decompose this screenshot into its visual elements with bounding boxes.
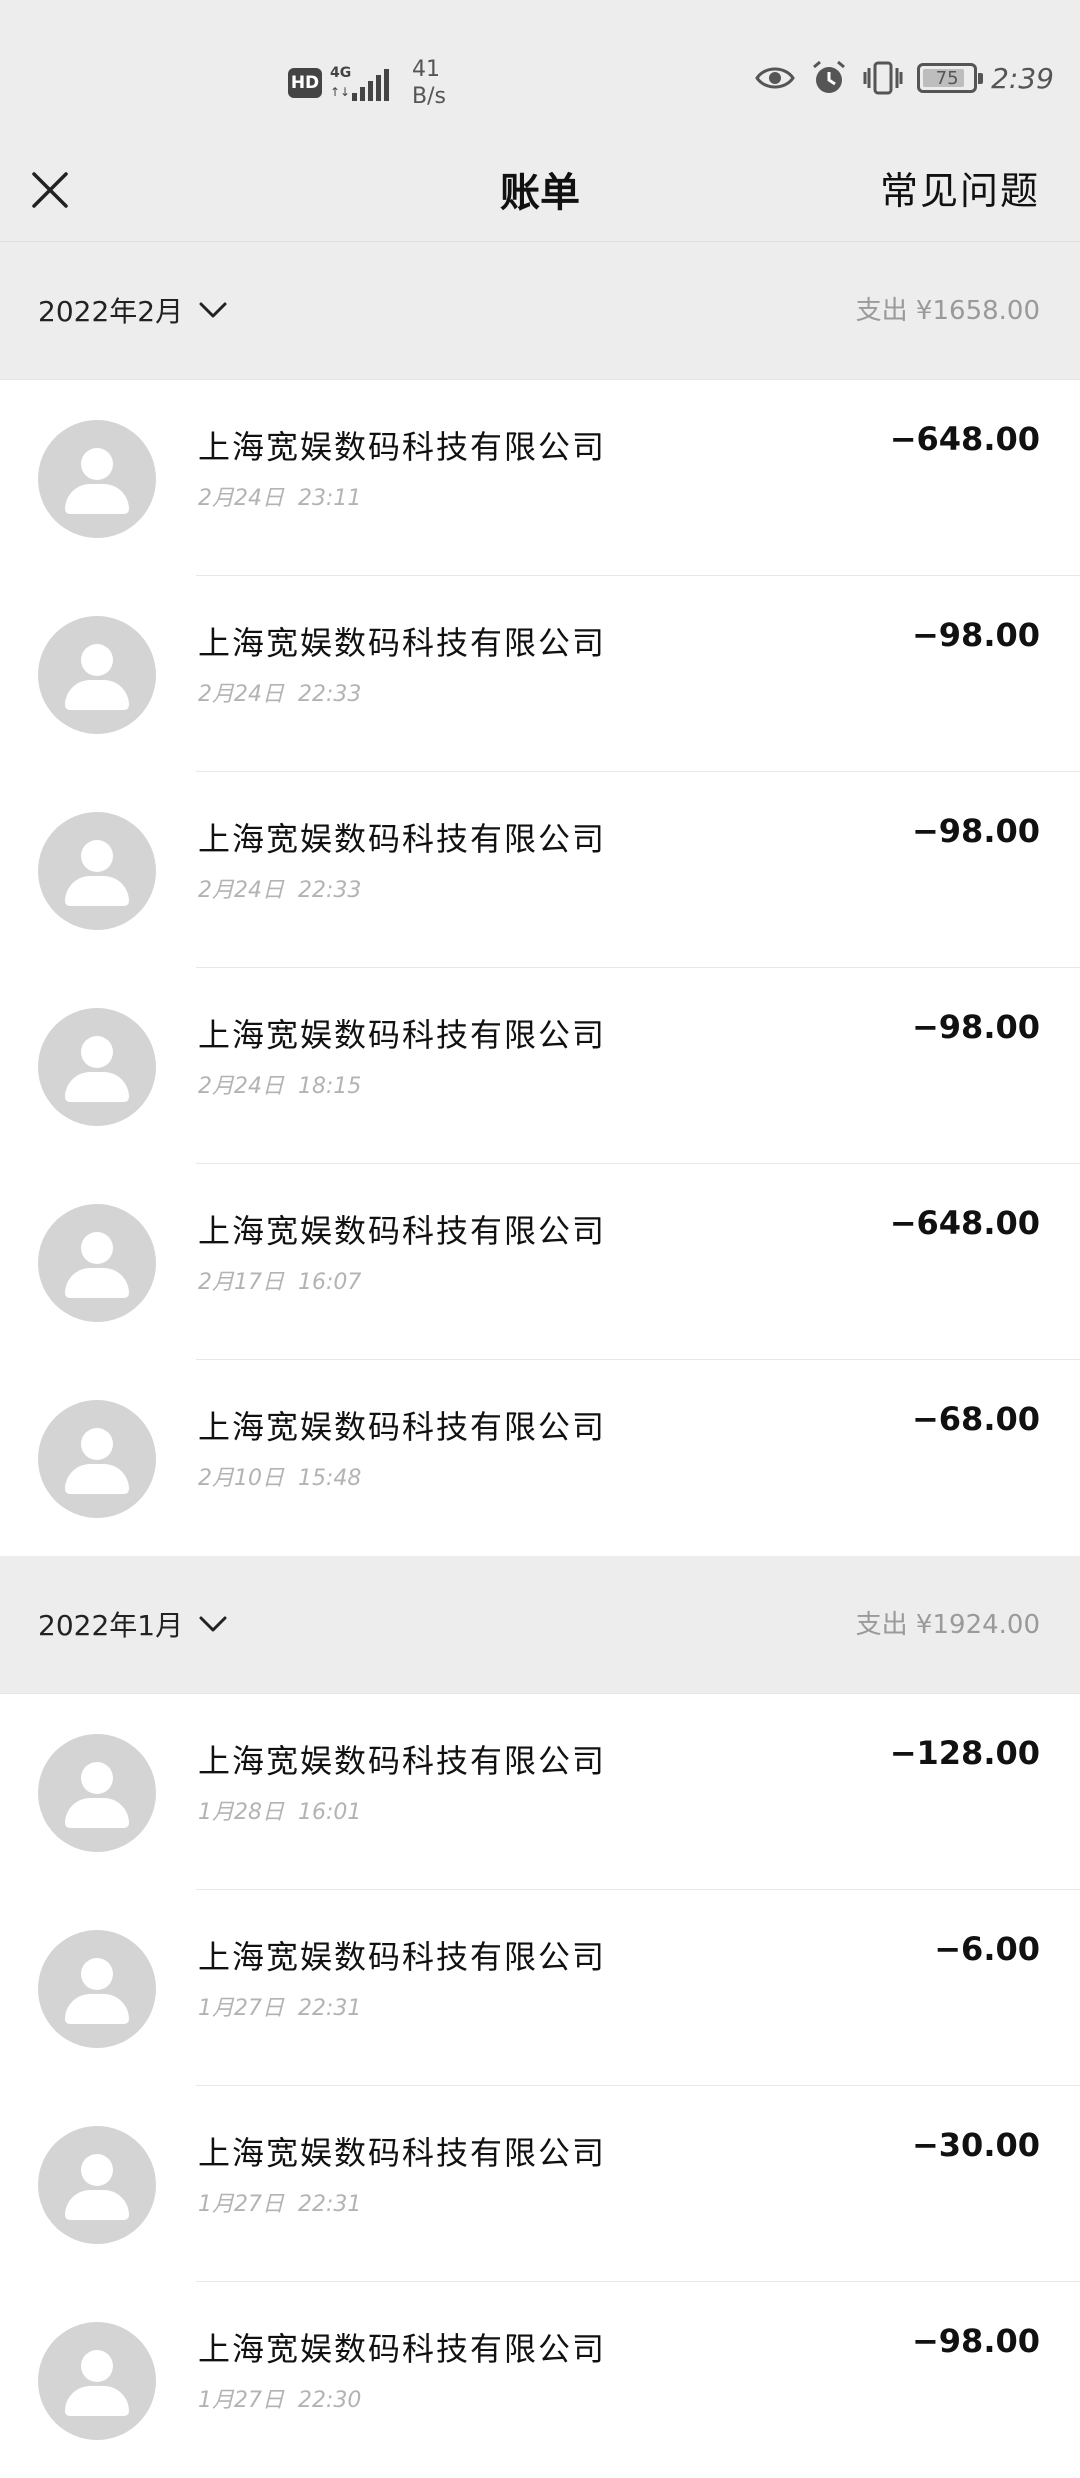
net-speed-value: 41 [412,57,440,82]
chevron-down-icon [199,302,227,318]
net-speed: 41 B/s [412,56,446,110]
status-right: 75 2:39 [755,58,1054,98]
month-total: 支出 ¥1658.00 [855,296,1040,326]
merchant-name: 上海宽娱数码科技有限公司 [198,624,607,662]
status-bar: HD 4G ↑↓ 41 B/s 75 2:39 [0,0,1080,140]
merchant-name: 上海宽娱数码科技有限公司 [198,428,607,466]
transaction-time: 2月10日 15:48 [198,1466,362,1491]
transaction-time: 1月27日 22:31 [198,1996,362,2021]
net-speed-unit: B/s [412,84,446,109]
transaction-row[interactable]: 上海宽娱数码科技有限公司 1月27日 22:31 −6.00 [0,1890,1080,2086]
month-selector[interactable]: 2022年2月 [38,290,227,330]
avatar [38,420,156,538]
signal-icon: 4G ↑↓ [330,63,392,103]
transaction-amount: −648.00 [889,1204,1040,1242]
month-header-jan: 2022年1月 支出 ¥1924.00 [0,1556,1080,1694]
avatar [38,1930,156,2048]
transaction-amount: −648.00 [889,420,1040,458]
transaction-amount: −6.00 [934,1930,1040,1968]
transaction-row[interactable]: 上海宽娱数码科技有限公司 2月24日 22:33 −98.00 [0,772,1080,968]
transaction-amount: −128.00 [889,1734,1040,1772]
battery-level: 75 [935,67,959,89]
eye-icon [755,58,795,98]
month-selector[interactable]: 2022年1月 [38,1604,227,1644]
month-label: 2022年2月 [38,295,184,328]
hd-badge: HD [288,68,322,98]
transaction-amount: −30.00 [911,2126,1040,2164]
avatar [38,1734,156,1852]
avatar [38,2322,156,2440]
transaction-row[interactable]: 上海宽娱数码科技有限公司 1月27日 22:30 −98.00 [0,2282,1080,2478]
transaction-row[interactable]: 上海宽娱数码科技有限公司 1月27日 22:31 −30.00 [0,2086,1080,2282]
transaction-row[interactable]: 上海宽娱数码科技有限公司 2月24日 23:11 −648.00 [0,380,1080,576]
month-label: 2022年1月 [38,1609,184,1642]
month-header-feb: 2022年2月 支出 ¥1658.00 [0,242,1080,380]
faq-link[interactable]: 常见问题 [880,160,1040,215]
merchant-name: 上海宽娱数码科技有限公司 [198,820,607,858]
transaction-row[interactable]: 上海宽娱数码科技有限公司 2月24日 18:15 −98.00 [0,968,1080,1164]
vibrate-icon [863,58,903,98]
avatar [38,812,156,930]
transaction-amount: −68.00 [911,1400,1040,1438]
avatar [38,1008,156,1126]
transaction-time: 2月24日 23:11 [198,486,362,511]
merchant-name: 上海宽娱数码科技有限公司 [198,1408,607,1446]
nav-bar: 账单 常见问题 [0,140,1080,242]
avatar [38,2126,156,2244]
merchant-name: 上海宽娱数码科技有限公司 [198,1016,607,1054]
battery-icon: 75 [917,63,984,93]
transaction-amount: −98.00 [911,2322,1040,2360]
network-type: 4G [330,65,352,81]
transaction-time: 2月17日 16:07 [198,1270,362,1295]
merchant-name: 上海宽娱数码科技有限公司 [198,1742,607,1780]
avatar [38,616,156,734]
status-left: HD 4G ↑↓ 41 B/s [288,56,446,110]
month-total: 支出 ¥1924.00 [855,1610,1040,1640]
merchant-name: 上海宽娱数码科技有限公司 [198,1938,607,1976]
chevron-down-icon [199,1616,227,1632]
transaction-time: 1月27日 22:30 [198,2388,362,2413]
transaction-time: 2月24日 18:15 [198,1074,362,1099]
signal-bars-icon [352,69,389,101]
transaction-row[interactable]: 上海宽娱数码科技有限公司 2月17日 16:07 −648.00 [0,1164,1080,1360]
merchant-name: 上海宽娱数码科技有限公司 [198,1212,607,1250]
transaction-amount: −98.00 [911,616,1040,654]
transaction-time: 2月24日 22:33 [198,682,362,707]
transaction-row[interactable]: 上海宽娱数码科技有限公司 2月10日 15:48 −68.00 [0,1360,1080,1556]
merchant-name: 上海宽娱数码科技有限公司 [198,2330,607,2368]
avatar [38,1400,156,1518]
transaction-time: 2月24日 22:33 [198,878,362,903]
data-arrows-icon: ↑↓ [330,85,351,99]
transaction-amount: −98.00 [911,1008,1040,1046]
transaction-time: 1月28日 16:01 [198,1800,362,1825]
transaction-row[interactable]: 上海宽娱数码科技有限公司 1月28日 16:01 −128.00 [0,1694,1080,1890]
merchant-name: 上海宽娱数码科技有限公司 [198,2134,607,2172]
transaction-amount: −98.00 [911,812,1040,850]
alarm-icon [809,58,849,98]
transaction-row[interactable]: 上海宽娱数码科技有限公司 2月24日 22:33 −98.00 [0,576,1080,772]
transaction-time: 1月27日 22:31 [198,2192,362,2217]
avatar [38,1204,156,1322]
status-time: 2:39 [991,61,1054,95]
